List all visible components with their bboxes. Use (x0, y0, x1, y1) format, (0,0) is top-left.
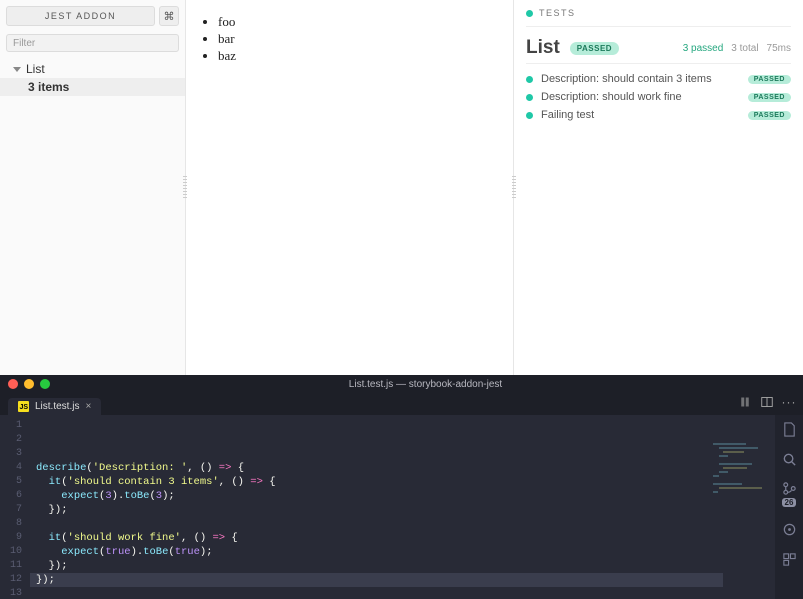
compare-icon[interactable] (739, 396, 751, 408)
maximize-window-icon[interactable] (40, 379, 50, 389)
editor-tab[interactable]: JS List.test.js × (8, 398, 101, 415)
js-file-icon: JS (18, 401, 29, 412)
filter-input[interactable]: Filter (6, 34, 179, 52)
tests-panel: TESTS List PASSED 3 passed 3 total 75ms … (514, 0, 803, 375)
test-label: Description: should work fine (541, 91, 740, 103)
tree-group-label: List (26, 62, 45, 76)
tree-group-list[interactable]: List (0, 60, 185, 78)
test-badge: PASSED (748, 93, 791, 102)
suite-name: List (526, 37, 560, 59)
files-icon[interactable] (781, 421, 797, 437)
code-area[interactable]: describe('Description: ', () => { it('sh… (30, 415, 803, 599)
suite-stats: 3 passed 3 total 75ms (683, 43, 791, 54)
close-tab-icon[interactable]: × (85, 401, 91, 412)
storybook-sidebar: JEST ADDON ⌘ Filter List 3 items (0, 0, 186, 375)
test-label: Description: should contain 3 items (541, 73, 740, 85)
minimap[interactable] (713, 415, 773, 465)
status-dot-icon (526, 10, 533, 17)
story-preview: foo bar baz (186, 0, 514, 375)
close-window-icon[interactable] (8, 379, 18, 389)
more-icon[interactable]: ··· (783, 396, 795, 408)
split-icon[interactable] (761, 396, 773, 408)
status-dot-icon (526, 112, 533, 119)
list-item: foo (218, 14, 513, 31)
test-row[interactable]: Failing test PASSED (526, 106, 791, 124)
tree-item-label: 3 items (28, 80, 69, 94)
suite-badge: PASSED (570, 42, 619, 55)
list-item: baz (218, 48, 513, 65)
test-row[interactable]: Description: should contain 3 items PASSE… (526, 70, 791, 88)
tab-label: List.test.js (35, 401, 79, 412)
window-chrome: List.test.js — storybook-addon-jest (0, 375, 803, 393)
tests-heading: TESTS (539, 8, 576, 18)
code-editor: List.test.js — storybook-addon-jest JS L… (0, 375, 803, 599)
minimize-window-icon[interactable] (24, 379, 34, 389)
shortcut-button[interactable]: ⌘ (159, 6, 179, 26)
splitter-left[interactable] (183, 176, 187, 200)
status-dot-icon (526, 76, 533, 83)
addon-title: JEST ADDON (6, 6, 155, 26)
test-badge: PASSED (748, 111, 791, 120)
list-item: bar (218, 31, 513, 48)
window-title: List.test.js — storybook-addon-jest (56, 379, 795, 390)
test-label: Failing test (541, 109, 740, 121)
splitter-right[interactable] (512, 176, 516, 200)
tree-item-3items[interactable]: 3 items (0, 78, 185, 96)
status-dot-icon (526, 94, 533, 101)
test-row[interactable]: Description: should work fine PASSED (526, 88, 791, 106)
chevron-down-icon (12, 64, 22, 74)
line-gutter: 1234567891011121314 (0, 415, 30, 599)
list-component: foo bar baz (218, 14, 513, 65)
test-badge: PASSED (748, 75, 791, 84)
